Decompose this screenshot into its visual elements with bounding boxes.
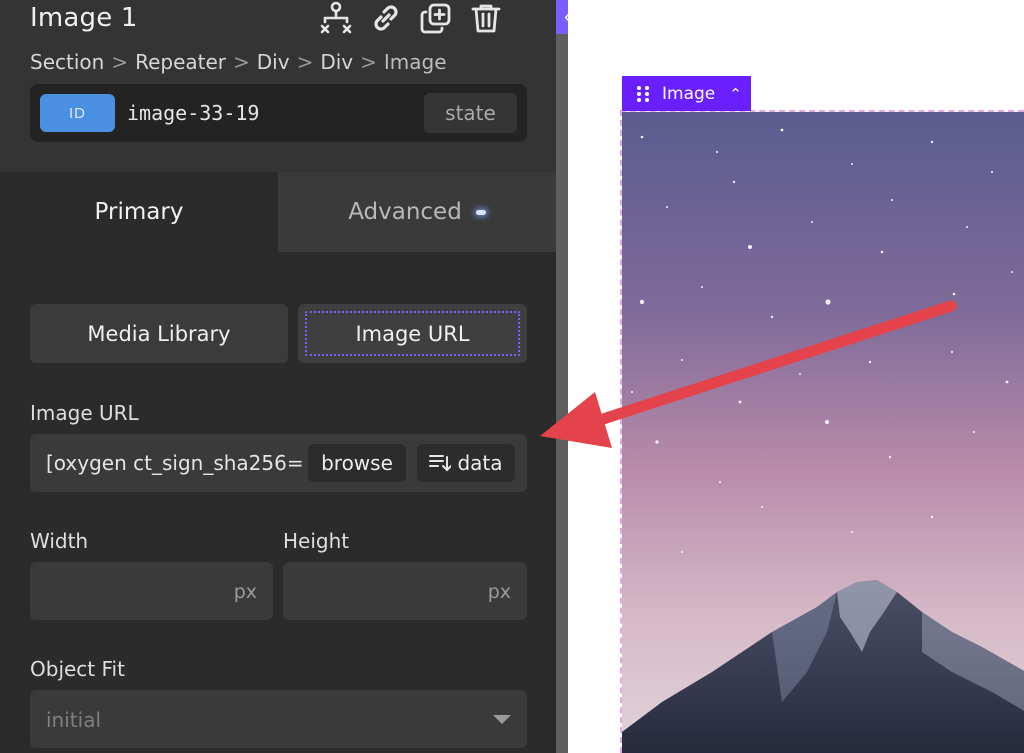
chevron-down-icon xyxy=(493,715,511,724)
width-input[interactable]: px xyxy=(30,562,273,620)
breadcrumb-item[interactable]: Div xyxy=(257,50,290,74)
height-label: Height xyxy=(283,529,350,553)
image-url-button[interactable]: Image URL xyxy=(298,304,527,363)
tab-advanced[interactable]: Advanced xyxy=(278,172,556,252)
header-actions xyxy=(318,0,504,36)
selection-toolbar[interactable]: Image ⌃ xyxy=(622,76,751,111)
panel-divider[interactable] xyxy=(556,0,568,753)
mountain-night-image xyxy=(622,112,1024,753)
selected-image[interactable] xyxy=(620,110,1024,753)
focus-ring xyxy=(305,311,520,356)
object-fit-value: initial xyxy=(46,708,101,732)
panel-header: Image 1 Section > Repeater > Div > Div >… xyxy=(0,0,556,172)
browse-button[interactable]: browse xyxy=(308,444,406,482)
breadcrumb-separator: > xyxy=(296,50,314,74)
image-url-label: Image URL xyxy=(30,401,139,425)
selection-label: Image xyxy=(662,83,716,104)
object-fit-select[interactable]: initial xyxy=(30,690,527,748)
object-fit-label: Object Fit xyxy=(30,657,125,681)
breadcrumb-item[interactable]: Div xyxy=(320,50,353,74)
data-button-label: data xyxy=(457,451,503,475)
structure-icon[interactable] xyxy=(318,0,354,36)
link-icon[interactable] xyxy=(368,0,404,36)
dynamic-data-icon xyxy=(429,455,452,472)
breadcrumb-separator: > xyxy=(233,50,250,74)
tab-primary[interactable]: Primary xyxy=(0,172,278,252)
breadcrumb: Section > Repeater > Div > Div > Image xyxy=(30,50,447,74)
width-unit[interactable]: px xyxy=(234,581,257,603)
breadcrumb-current: Image xyxy=(383,50,447,74)
data-button[interactable]: data xyxy=(417,444,515,482)
id-value[interactable]: image-33-19 xyxy=(127,101,259,125)
panel-tabs: Primary Advanced xyxy=(0,172,556,252)
height-unit[interactable]: px xyxy=(488,581,511,603)
media-library-button[interactable]: Media Library xyxy=(30,304,288,363)
state-button[interactable]: state xyxy=(424,93,517,133)
duplicate-icon[interactable] xyxy=(418,0,454,36)
chevron-up-icon[interactable]: ⌃ xyxy=(729,85,742,103)
trash-icon[interactable] xyxy=(468,0,504,36)
height-input[interactable]: px xyxy=(283,562,527,620)
breadcrumb-item[interactable]: Repeater xyxy=(135,50,226,74)
id-row: ID image-33-19 state xyxy=(30,84,527,142)
image-url-input[interactable]: [oxygen ct_sign_sha256= xyxy=(46,451,306,475)
element-title: Image 1 xyxy=(30,3,138,33)
tab-advanced-label: Advanced xyxy=(348,199,462,225)
breadcrumb-item[interactable]: Section xyxy=(30,50,104,74)
tab-primary-label: Primary xyxy=(94,199,184,225)
width-label: Width xyxy=(30,529,89,553)
breadcrumb-separator: > xyxy=(111,50,129,74)
properties-panel: Image 1 Section > Repeater > Div > Div >… xyxy=(0,0,556,753)
indicator-dot-icon xyxy=(475,209,486,215)
id-badge[interactable]: ID xyxy=(40,94,115,132)
breadcrumb-separator: > xyxy=(360,50,377,74)
drag-handle-icon[interactable] xyxy=(636,85,650,103)
image-url-field[interactable]: [oxygen ct_sign_sha256= browse data xyxy=(30,434,527,492)
